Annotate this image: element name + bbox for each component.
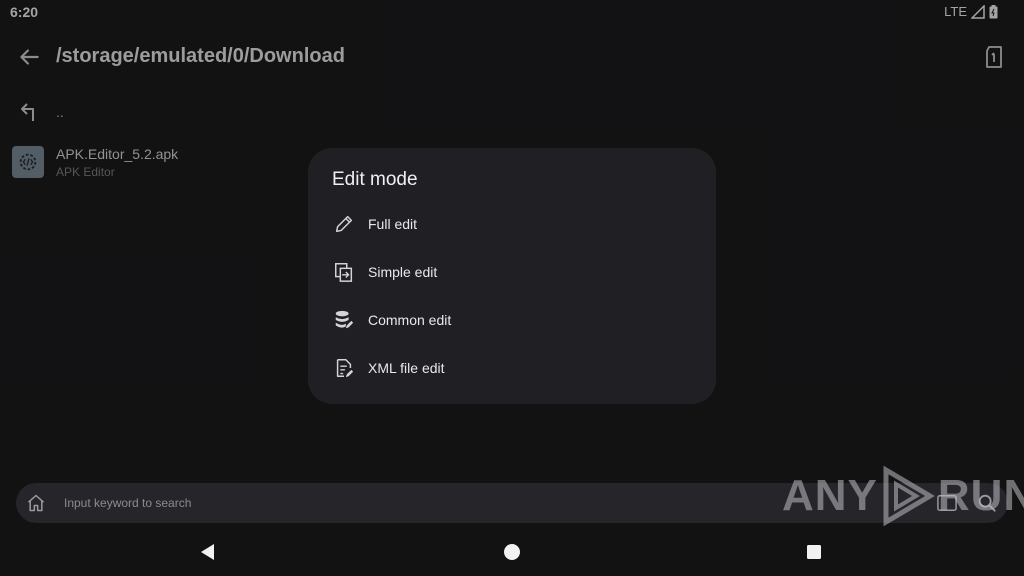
dialog-title: Edit mode: [332, 169, 418, 190]
option-label: Common edit: [368, 312, 452, 328]
full-edit-option[interactable]: Full edit: [332, 204, 692, 244]
home-icon[interactable]: [26, 493, 46, 513]
nav-home-button[interactable]: [500, 540, 524, 564]
simple-edit-option[interactable]: Simple edit: [332, 252, 692, 292]
play-logo-icon: [883, 466, 935, 526]
search-input[interactable]: Input keyword to search: [64, 496, 191, 510]
anyrun-watermark: ANY RUN: [782, 466, 1024, 526]
common-edit-option[interactable]: Common edit: [332, 300, 692, 340]
option-label: Full edit: [368, 216, 418, 232]
watermark-right: RUN: [937, 471, 1024, 520]
nav-back-button[interactable]: [196, 540, 220, 564]
option-label: Simple edit: [368, 264, 438, 280]
pencil-icon: [332, 212, 356, 236]
database-edit-icon: [332, 308, 356, 332]
watermark-left: ANY: [782, 471, 878, 520]
nav-recents-button[interactable]: [802, 540, 826, 564]
copy-arrow-icon: [332, 260, 356, 284]
xml-file-edit-option[interactable]: XML file edit: [332, 348, 692, 388]
edit-mode-dialog: Edit mode Full edit Simple edit Common e…: [308, 148, 716, 404]
option-label: XML file edit: [368, 360, 445, 376]
file-edit-icon: [332, 356, 356, 380]
